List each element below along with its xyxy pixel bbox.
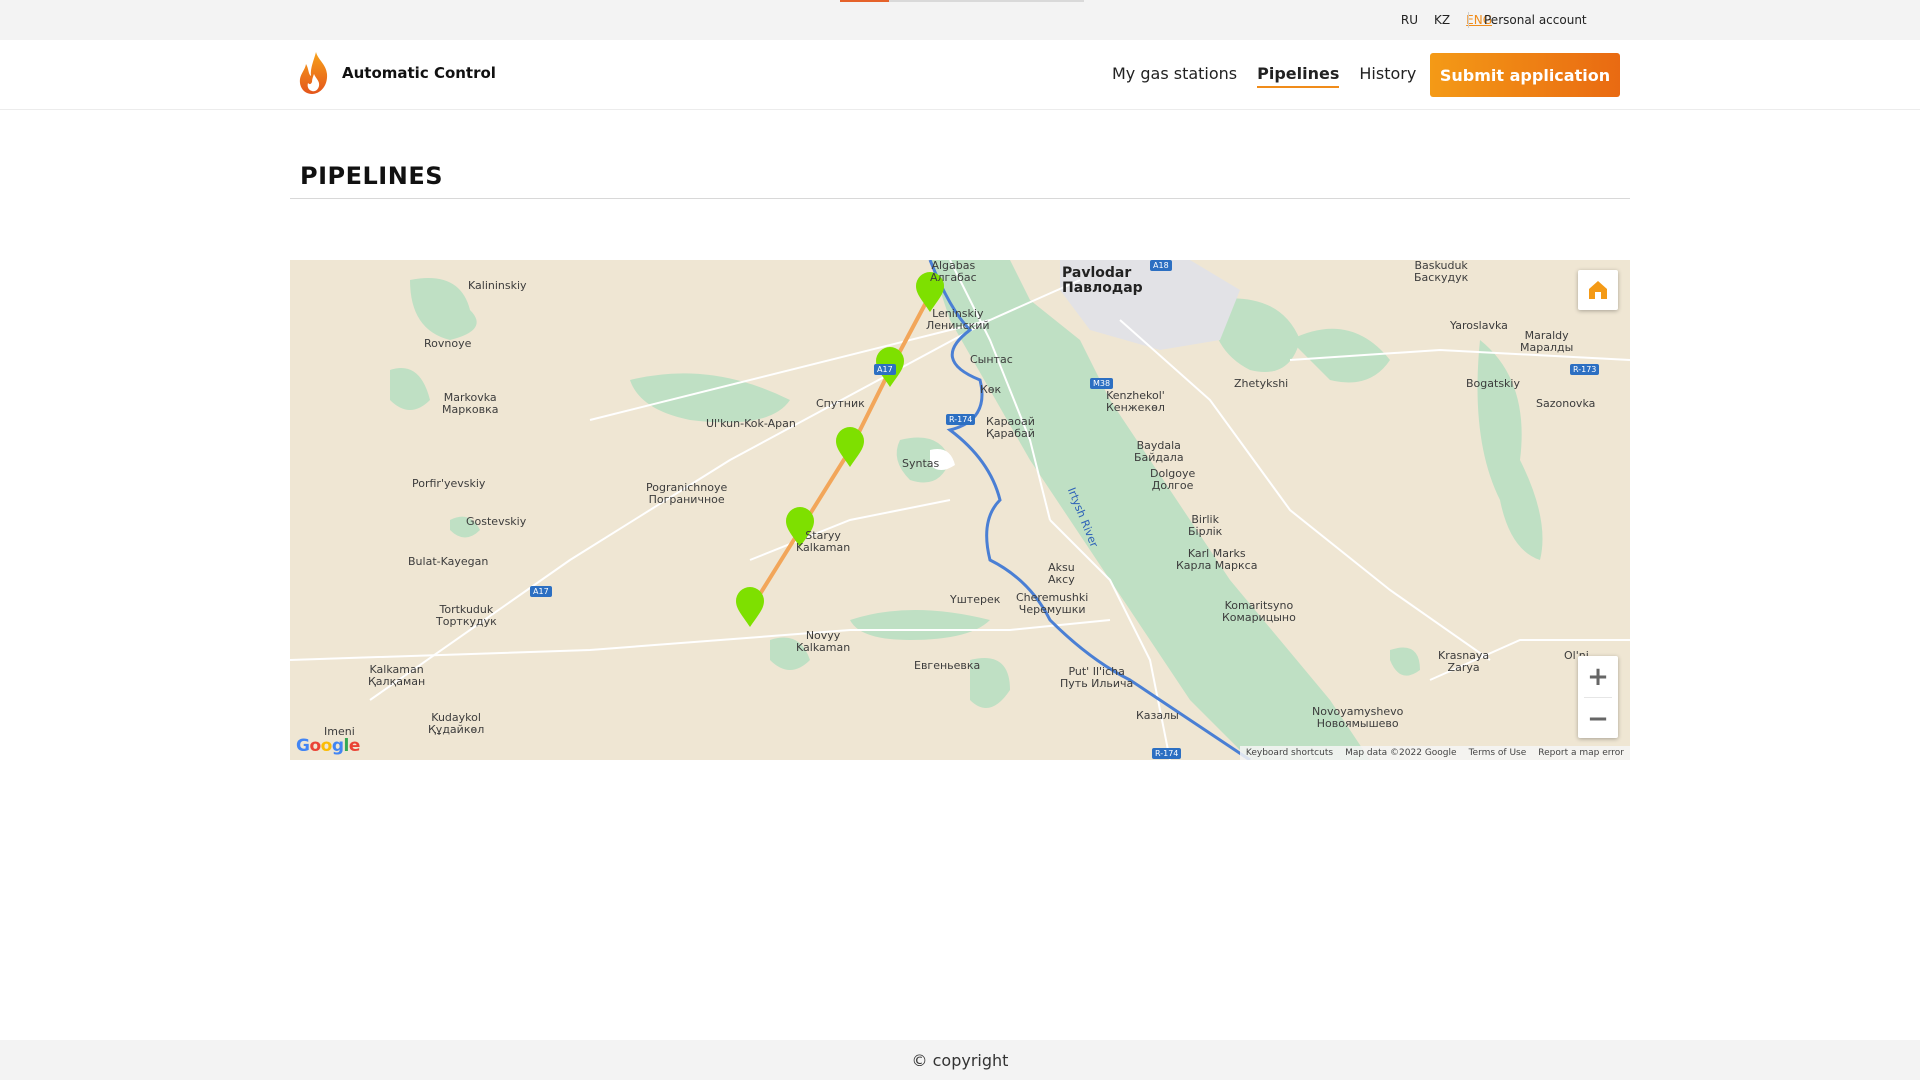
map-attribution: Keyboard shortcuts Map data ©2022 Google… <box>1239 746 1630 760</box>
personal-account-link[interactable]: Personal account <box>1484 13 1587 27</box>
map-label-pogranichnoye: Pogranichnoye Пограничное <box>646 481 728 506</box>
nav-pipelines[interactable]: Pipelines <box>1257 64 1340 88</box>
map-label-gostevskiy: Gostevskiy <box>466 515 527 528</box>
map-label-birlik: Birlik Бірлік <box>1188 513 1223 538</box>
map-label-syntas-ru: Сынтас <box>970 353 1013 366</box>
map-label-sputnik: Спутник <box>816 397 865 410</box>
map-label-kok: Көк <box>980 383 1002 396</box>
nav-my-gas-stations[interactable]: My gas stations <box>1112 64 1237 88</box>
road-shield-a17: A17 <box>874 364 896 375</box>
map-label-dolgoye: Dolgoye Долгое <box>1150 467 1196 492</box>
map-label-zhetykshi: Zhetykshi <box>1234 377 1289 390</box>
pipelines-map[interactable]: Pavlodar Павлодар Algabas Алгабас Leninski… <box>290 260 1630 760</box>
map-canvas[interactable] <box>290 260 1630 760</box>
map-label-tortkuduk: Tortkuduk Торткудук <box>436 603 497 628</box>
zoom-out-button[interactable]: − <box>1578 698 1618 739</box>
map-label-kargoay: Караоай Қарабай <box>986 415 1035 440</box>
map-label-baskuduk: Baskuduk Баскудук <box>1414 260 1469 284</box>
map-home-button[interactable] <box>1578 270 1618 310</box>
map-label-ulkun: Ul'kun-Kok-Apan <box>706 417 796 430</box>
map-label-yaroslavka: Yaroslavka <box>1450 319 1508 332</box>
road-shield-m38: M38 <box>1090 378 1114 389</box>
map-label-bogatskiy: Bogatskiy <box>1466 377 1520 390</box>
road-shield-r174-south: R-174 <box>1152 748 1182 759</box>
map-label-kazaly: Казалы <box>1136 709 1179 722</box>
map-label-kalininskiy: Kalininskiy <box>468 279 527 292</box>
loading-progress-fill <box>840 0 889 2</box>
title-divider <box>290 198 1630 199</box>
map-label-bulat-kayegan: Bulat-Kayegan <box>408 555 489 568</box>
language-switcher: RU KZ ENG <box>1401 13 1492 27</box>
map-label-markovka: Markovka Марковка <box>442 391 499 416</box>
map-label-novoyamyshevo: Novoyamyshevo Новоямышево <box>1312 705 1404 730</box>
flame-logo-icon[interactable] <box>296 50 332 96</box>
map-zoom-controls: + − <box>1578 656 1618 738</box>
map-label-baydala: Baydala Байдала <box>1134 439 1184 464</box>
map-label-karl-marks: Karl Marks Карла Маркса <box>1176 547 1258 572</box>
plus-icon: + <box>1587 661 1609 692</box>
map-label-algabas: Algabas Алгабас <box>930 260 977 284</box>
report-map-error-link[interactable]: Report a map error <box>1538 748 1624 758</box>
topbar-divider <box>1468 12 1469 28</box>
zoom-in-button[interactable]: + <box>1578 656 1618 697</box>
home-icon <box>1589 281 1607 299</box>
map-label-krasnaya-zarya: Krasnaya Zarya <box>1438 649 1490 674</box>
map-label-sazonovka: Sazonovka <box>1536 397 1596 410</box>
copyright-text: © copyright <box>911 1050 1009 1070</box>
map-label-porfiryevskiy: Porfir'yevskiy <box>412 477 486 490</box>
page-title: PIPELINES <box>300 162 443 190</box>
road-shield-r174: R-174 <box>946 414 976 425</box>
main-nav: My gas stations Pipelines History <box>1112 64 1416 88</box>
map-label-cheremushki: Cheremushki Черемушки <box>1016 591 1089 616</box>
map-label-leninskiy: Leninskiy Ленинский <box>926 307 990 332</box>
map-label-staryy-kalkaman: Staryy Kalkaman <box>796 529 851 554</box>
keyboard-shortcuts-link[interactable]: Keyboard shortcuts <box>1246 748 1333 758</box>
map-label-evgenevka: Евгеньевка <box>914 659 981 672</box>
map-label-novyy-kalkaman: Novyy Kalkaman <box>796 629 851 654</box>
map-label-rovnoye: Rovnoye <box>424 337 472 350</box>
nav-history[interactable]: History <box>1359 64 1416 88</box>
language-ru[interactable]: RU <box>1401 13 1418 27</box>
map-label-komaritsyno: Komaritsyno Комарицыно <box>1222 599 1296 624</box>
road-shield-r173: R-173 <box>1570 364 1600 375</box>
map-data-text: Map data ©2022 Google <box>1345 748 1457 758</box>
submit-application-button[interactable]: Submit application <box>1430 53 1620 97</box>
loading-progress-bar <box>840 0 1084 2</box>
site-header: Automatic Control My gas stations Pipeli… <box>0 40 1920 110</box>
terms-of-use-link[interactable]: Terms of Use <box>1469 748 1527 758</box>
map-label-put-ilicha: Put' Il'icha Путь Ильича <box>1060 665 1134 690</box>
google-logo[interactable]: Google <box>296 736 360 756</box>
road-shield-a18: A18 <box>1150 260 1172 271</box>
map-label-kalkaman: Kalkaman Қалқаман <box>368 663 426 688</box>
minus-icon: − <box>1587 703 1609 734</box>
language-kz[interactable]: KZ <box>1434 13 1450 27</box>
top-bar: RU KZ ENG Personal account <box>0 0 1920 40</box>
map-label-ushterek: Үштерек <box>950 593 1001 606</box>
map-label-kudaykol: Kudaykol Құдайкөл <box>428 711 485 736</box>
brand-name[interactable]: Automatic Control <box>342 64 496 82</box>
map-label-syntas: Syntas <box>902 457 940 470</box>
map-label-aksu: Aksu Аксу <box>1048 561 1075 586</box>
map-label-maraldy: Maraldy Маралды <box>1520 329 1574 354</box>
map-label-kenzhekol: Kenzhekol' Кенжекөл <box>1106 389 1165 414</box>
map-label-pavlodar: Pavlodar Павлодар <box>1062 265 1143 296</box>
road-shield-a17-south: A17 <box>530 586 552 597</box>
site-footer: © copyright <box>0 1040 1920 1080</box>
